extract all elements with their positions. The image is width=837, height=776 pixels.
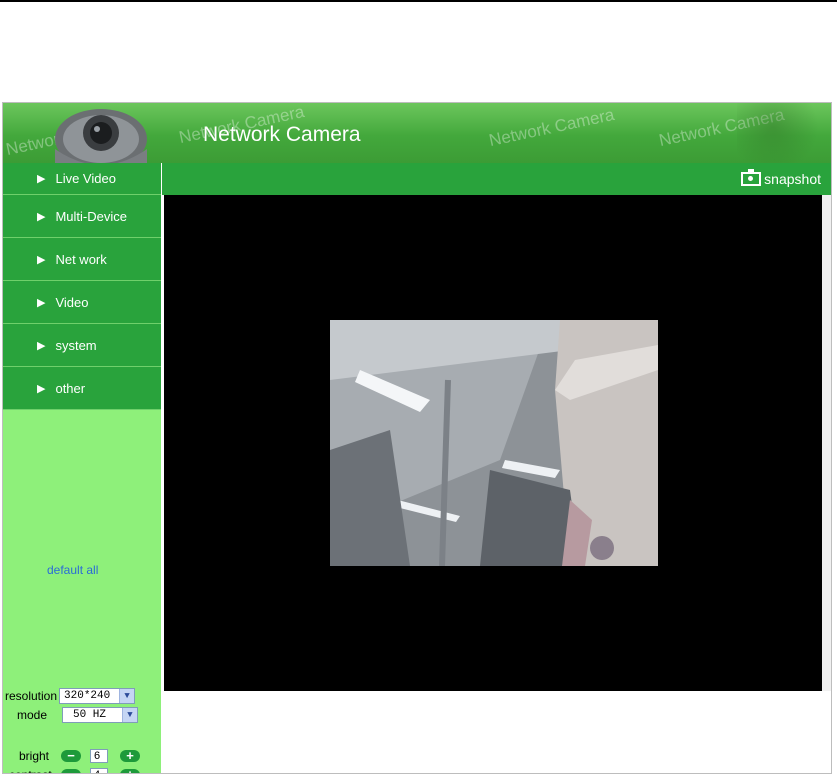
- snapshot-label: snapshot: [764, 171, 821, 187]
- mode-value: 50 HZ: [73, 709, 107, 721]
- resolution-label: resolution: [5, 689, 58, 703]
- main-toolbar: snapshot: [162, 163, 831, 195]
- video-frame-image: [330, 320, 658, 566]
- sidebar-item-multi-device[interactable]: ▶ Multi-Device: [3, 195, 161, 238]
- default-all-link[interactable]: default all: [47, 563, 98, 577]
- bright-decrease-button[interactable]: −: [61, 749, 81, 762]
- chevron-down-icon[interactable]: ▼: [119, 689, 135, 703]
- play-triangle-icon: ▶: [37, 253, 46, 266]
- banner-texture: [737, 103, 827, 163]
- contrast-decrease-button[interactable]: −: [61, 768, 81, 773]
- chevron-down-icon[interactable]: ▼: [122, 708, 137, 722]
- sidebar-item-video[interactable]: ▶ Video: [3, 281, 161, 324]
- resolution-select[interactable]: 320*240 ▼: [59, 688, 136, 704]
- sidebar-item-system[interactable]: ▶ system: [3, 324, 161, 367]
- video-viewport: [164, 195, 822, 691]
- mode-label: mode: [17, 708, 48, 722]
- page-title: Network Camera: [203, 123, 361, 146]
- header-banner: Network Camera Network Camera Network Ca…: [3, 103, 831, 163]
- play-triangle-icon: ▶: [37, 173, 46, 185]
- sidebar-item-network[interactable]: ▶ Net work: [3, 238, 161, 281]
- sidebar-item-label: Multi-Device: [55, 208, 127, 224]
- sidebar-item-label: system: [55, 337, 97, 353]
- camera-icon: [741, 169, 762, 186]
- sidebar-item-other[interactable]: ▶ other: [3, 367, 161, 410]
- banner-watermark: Network Camera: [487, 104, 617, 151]
- mode-select[interactable]: 50 HZ ▼: [62, 707, 138, 723]
- sidebar-item-label: Live Video: [55, 171, 116, 186]
- play-triangle-icon: ▶: [37, 296, 46, 309]
- sidebar-item-label: Net work: [55, 251, 107, 267]
- play-triangle-icon: ▶: [37, 210, 46, 223]
- bright-value-field[interactable]: 6: [90, 749, 108, 763]
- play-triangle-icon: ▶: [37, 382, 46, 395]
- top-rule: [0, 0, 837, 2]
- bright-increase-button[interactable]: +: [120, 749, 140, 762]
- bright-label: bright: [19, 749, 50, 763]
- snapshot-button[interactable]: snapshot: [741, 169, 821, 187]
- sidebar-item-live-video[interactable]: ▶ Live Video: [3, 163, 161, 195]
- contrast-label: contrast: [9, 768, 61, 773]
- contrast-value-field[interactable]: 4: [90, 768, 108, 773]
- app-window: Network Camera Network Camera Network Ca…: [2, 102, 832, 774]
- sidebar: ▶ Live Video ▶ Multi-Device ▶ Net work ▶…: [3, 163, 161, 773]
- resolution-value: 320*240: [64, 690, 111, 702]
- dome-camera-icon: [55, 109, 147, 163]
- contrast-increase-button[interactable]: +: [120, 768, 140, 773]
- live-video-feed: [330, 320, 658, 566]
- play-triangle-icon: ▶: [37, 339, 46, 352]
- sidebar-item-label: Video: [55, 294, 89, 310]
- sidebar-item-label: other: [55, 380, 86, 396]
